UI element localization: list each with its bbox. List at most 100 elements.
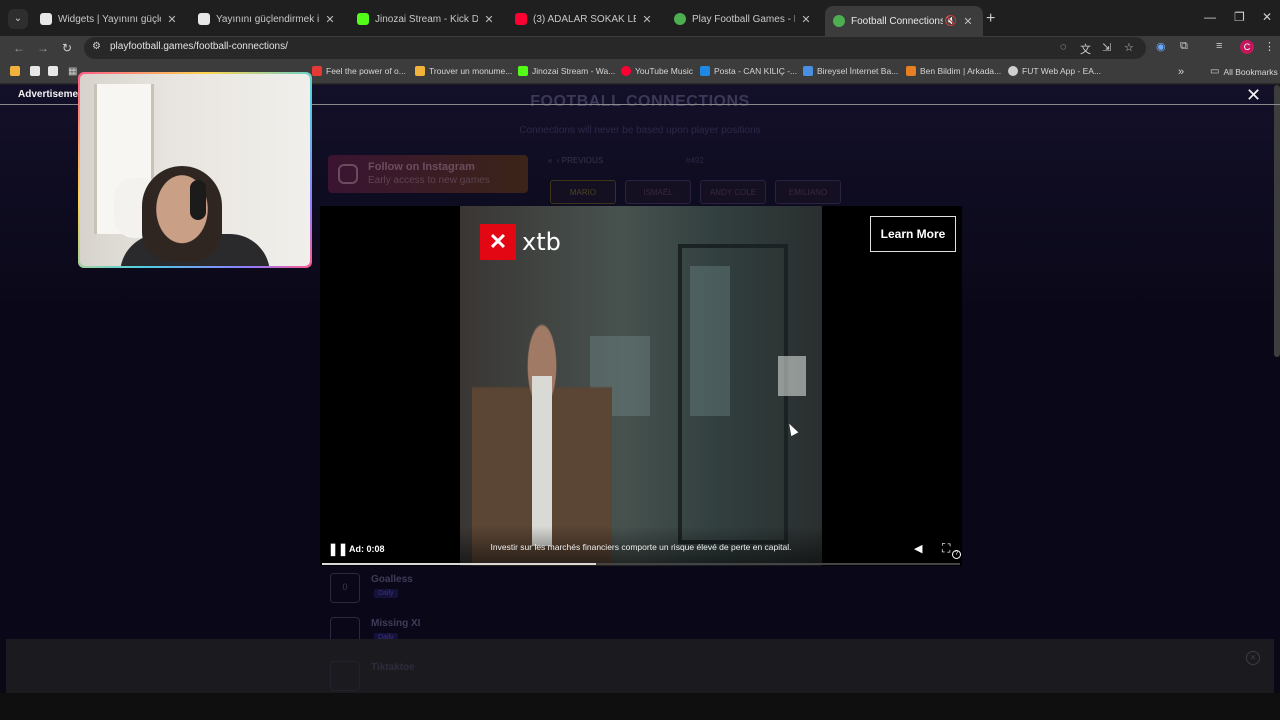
media-controls-icon[interactable]: ≡ (1216, 40, 1222, 52)
kick-favicon-icon (198, 13, 210, 25)
url-text[interactable]: playfootball.games/football-connections/ (110, 41, 288, 52)
volume-icon[interactable]: ◀ (914, 542, 922, 555)
address-bar[interactable]: ⚙ playfootball.games/football-connection… (84, 37, 1146, 59)
bookmark-youtube-music[interactable]: YouTube Music (621, 66, 693, 76)
close-icon[interactable]: ✕ (640, 13, 654, 26)
kick-logo-icon (357, 13, 369, 25)
xtb-x-icon: ✕ (480, 224, 516, 260)
bookmark-jinozai-stream[interactable]: Jinozai Stream - Wa... (518, 66, 615, 76)
bookmark-item-icon[interactable] (48, 66, 62, 76)
tab-title: Widgets | Yayınını güçlendirmek (58, 13, 161, 25)
ad-disclaimer: Investir sur les marchés financiers comp… (490, 542, 792, 552)
bookmark-posta[interactable]: Posta - CAN KILIÇ -... (700, 66, 797, 76)
kick-favicon-icon (40, 13, 52, 25)
pause-icon[interactable]: ❚❚ (328, 542, 348, 556)
tab-title: Football Connections - Play (851, 15, 943, 27)
minimize-icon[interactable]: — (1204, 10, 1216, 24)
webcam-overlay (78, 72, 312, 268)
learn-more-button[interactable]: Learn More (870, 216, 956, 252)
more-bookmarks-icon[interactable]: » (1178, 66, 1184, 78)
daily-badge: Daily (374, 589, 398, 598)
tab-streaming-tips[interactable]: Yayınını güçlendirmek için en iyi ✕ (190, 6, 345, 32)
muted-audio-icon[interactable]: 🔇 (945, 16, 957, 27)
ad-progress-bar[interactable] (322, 563, 960, 565)
tab-title: Yayınını güçlendirmek için en iyi (216, 13, 319, 25)
goalless-icon: 0 (330, 573, 360, 603)
bottom-ad-banner: Tiktaktoe ✕ (6, 639, 1274, 693)
football-games-favicon-icon (833, 15, 845, 27)
scrollbar[interactable] (1274, 85, 1280, 357)
tab-title: (3) ADALAR SOKAK LEZZETLERİ (533, 13, 636, 25)
window-close-icon[interactable]: ✕ (1262, 10, 1272, 24)
site-info-icon[interactable]: ⚙ (92, 41, 101, 52)
headset-icon (190, 180, 206, 220)
bookmark-favicon-icon (312, 66, 322, 76)
extension-audio-icon[interactable]: ◉ (1156, 40, 1166, 53)
bookmark-trouver-monument[interactable]: Trouver un monume... (415, 66, 512, 76)
fullscreen-icon[interactable]: ⛶ (942, 541, 950, 556)
youtube-music-icon (621, 66, 631, 76)
instagram-icon (338, 164, 358, 184)
forward-icon[interactable]: → (34, 39, 52, 57)
tab-widgets[interactable]: Widgets | Yayınını güçlendirmek ✕ (32, 6, 187, 32)
bookmark-favicon-icon (415, 66, 425, 76)
info-icon[interactable]: ? (952, 550, 961, 559)
tab-play-football-games[interactable]: Play Football Games - Football ✕ (666, 6, 821, 32)
bookmark-fut-web-app[interactable]: FUT Web App - EA... (1008, 66, 1101, 76)
ad-video-player[interactable]: ✕ xtb Learn More Investir sur les marché… (320, 206, 962, 566)
football-games-favicon-icon (674, 13, 686, 25)
restore-icon[interactable]: ❐ (1234, 10, 1245, 24)
close-icon[interactable]: ✕ (482, 13, 496, 26)
page-bottom-strip (0, 693, 1280, 720)
player-card[interactable]: ANDY COLE (700, 180, 766, 204)
extensions-puzzle-icon[interactable]: ⧉ (1180, 40, 1188, 53)
bookmark-item-icon[interactable] (30, 66, 44, 76)
tab-kick-dashboard[interactable]: Jinozai Stream - Kick Dashboard ✕ (349, 6, 504, 32)
ad-progress-fill (322, 563, 597, 565)
folder-icon: ▭ (1210, 66, 1220, 77)
game-item-tiktaktoe[interactable]: Tiktaktoe (330, 661, 530, 695)
ad-timer: Ad: 0:08 (349, 544, 385, 554)
tab-youtube[interactable]: (3) ADALAR SOKAK LEZZETLERİ ✕ (507, 6, 662, 32)
bookmark-folder-icon[interactable] (10, 66, 24, 76)
player-card[interactable]: MARIO (550, 180, 616, 204)
kick-logo-icon (518, 66, 528, 76)
previous-link[interactable]: « ‹ PREVIOUS (548, 156, 603, 165)
bookmark-bireysel-internet[interactable]: Bireysel İnternet Ba... (803, 66, 898, 76)
bookmark-ben-bildim[interactable]: Ben Bildim | Arkada... (906, 66, 1001, 76)
tab-football-connections[interactable]: Football Connections - Play 🔇 ✕ (825, 6, 983, 36)
player-card[interactable]: EMILIANO (775, 180, 841, 204)
bookmark-star-icon[interactable]: ☆ (1124, 41, 1134, 54)
bookmark-favicon-icon (906, 66, 916, 76)
bookmark-feel-power[interactable]: Feel the power of o... (312, 66, 406, 76)
profile-avatar[interactable]: C (1240, 40, 1254, 54)
eye-off-icon[interactable]: ◌ (1060, 41, 1067, 53)
player-card[interactable]: ISMAËL (625, 180, 691, 204)
more-menu-icon[interactable]: ⋮ (1264, 40, 1275, 53)
game-item-goalless[interactable]: 0 Goalless Daily (330, 573, 530, 607)
close-icon[interactable]: ✕ (799, 13, 813, 26)
globe-icon (1008, 66, 1018, 76)
reload-icon[interactable]: ↻ (58, 39, 76, 57)
tab-strip: ⌄ Widgets | Yayınını güçlendirmek ✕ Yayı… (0, 0, 1280, 36)
ad-controls: Investir sur les marchés financiers comp… (320, 536, 962, 566)
close-icon[interactable]: ✕ (961, 15, 975, 28)
all-bookmarks-button[interactable]: ▭ All Bookmarks (1210, 66, 1278, 77)
tab-search-button[interactable]: ⌄ (8, 9, 28, 29)
instagram-follow-banner[interactable]: Follow on Instagram Early access to new … (328, 155, 528, 193)
close-icon[interactable]: ✕ (165, 13, 179, 26)
translate-icon[interactable]: 文 (1080, 41, 1091, 57)
tab-title: Jinozai Stream - Kick Dashboard (375, 13, 478, 25)
apps-grid-icon[interactable]: ▦ (68, 66, 77, 77)
webcam-feed (80, 74, 310, 266)
close-ad-icon[interactable]: ✕ (1246, 651, 1260, 665)
streamer-face (142, 166, 222, 262)
install-app-icon[interactable]: ⇲ (1102, 41, 1111, 54)
tab-title: Play Football Games - Football (692, 13, 795, 25)
close-icon[interactable]: ✕ (323, 13, 337, 26)
back-icon[interactable]: ← (10, 39, 28, 57)
youtube-icon (515, 13, 527, 25)
new-tab-icon[interactable]: + (986, 10, 995, 28)
close-icon[interactable]: ✕ (1246, 85, 1261, 106)
ad-video[interactable]: ✕ xtb (460, 206, 822, 566)
